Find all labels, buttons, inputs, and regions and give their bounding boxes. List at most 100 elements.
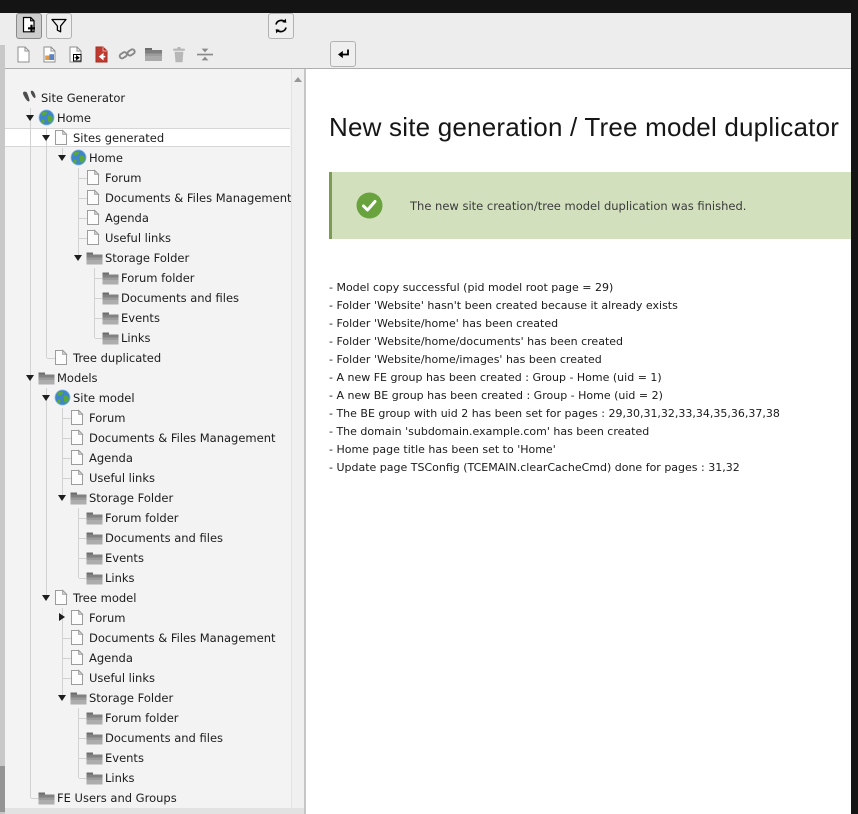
tree-guide-line — [30, 248, 31, 268]
globe-icon — [54, 389, 71, 406]
tree-item-agenda[interactable]: Agenda — [0, 208, 292, 228]
tree-item-agenda[interactable]: Agenda — [0, 448, 292, 468]
new-page-toggle-button[interactable] — [16, 13, 42, 39]
tree-item-storage-folder[interactable]: Storage Folder — [0, 488, 292, 508]
tree-guide-line — [46, 248, 47, 268]
drag-trash[interactable] — [166, 41, 192, 67]
tree-item-documents-and-files[interactable]: Documents and files — [0, 528, 292, 548]
folder-tree-icon — [102, 272, 119, 285]
page-tree-icon — [86, 209, 100, 226]
tree-item-events[interactable]: Events — [0, 748, 292, 768]
tree-item-forum[interactable]: Forum — [0, 408, 292, 428]
tree-guide-line — [30, 748, 31, 768]
page-tree-icon — [70, 669, 84, 686]
tree-guide-line — [30, 468, 31, 488]
collapse-arrow-icon[interactable] — [42, 595, 50, 601]
log-line: - The BE group with uid 2 has been set f… — [329, 407, 780, 420]
tree-item-useful-links[interactable]: Useful links — [0, 468, 292, 488]
tree-item-events[interactable]: Events — [0, 308, 292, 328]
log-line: - Home page title has been set to 'Home' — [329, 443, 556, 456]
tree-item-links[interactable]: Links — [0, 568, 292, 588]
tree-guide-line — [46, 528, 47, 548]
tree-horizontal-scrollbar[interactable] — [0, 808, 304, 814]
separator-icon — [196, 47, 214, 62]
tree-item-forum-folder[interactable]: Forum folder — [0, 508, 292, 528]
tree-item-forum-folder[interactable]: Forum folder — [0, 708, 292, 728]
drag-new-page[interactable] — [10, 41, 36, 67]
log-line: - A new BE group has been created : Grou… — [329, 389, 663, 402]
drag-new-link[interactable] — [114, 41, 140, 67]
globe-icon — [38, 109, 55, 126]
tree-item-documents-and-files[interactable]: Documents and files — [0, 288, 292, 308]
tree-item-label: Documents & Files Management — [89, 631, 276, 645]
tree-item-fe-users-and-groups[interactable]: FE Users and Groups — [0, 788, 292, 808]
tree-guide-line — [30, 228, 31, 248]
tree-item-site-generator[interactable]: Site Generator — [0, 88, 292, 108]
folder-tree-icon — [70, 692, 87, 705]
tree-item-label: Site model — [73, 391, 135, 405]
folder-tree-icon — [102, 312, 119, 325]
tree-item-home[interactable]: Home — [0, 108, 292, 128]
tree-item-tree-duplicated[interactable]: Tree duplicated — [0, 348, 292, 368]
tree-item-documents-files-management[interactable]: Documents & Files Management — [0, 428, 292, 448]
tree-item-tree-model[interactable]: Tree model — [0, 588, 292, 608]
tree-item-home[interactable]: Home — [0, 148, 292, 168]
collapse-arrow-icon[interactable] — [58, 155, 66, 161]
collapse-arrow-icon[interactable] — [58, 695, 66, 701]
tree-item-label: Forum folder — [105, 511, 179, 525]
page-new-icon — [19, 16, 39, 36]
tree-item-documents-and-files[interactable]: Documents and files — [0, 728, 292, 748]
page-tree: Site Generator Home Sites generated Home For… — [0, 69, 292, 808]
expand-arrow-icon[interactable] — [59, 613, 65, 621]
tree-item-label: Documents and files — [105, 731, 224, 745]
enter-button[interactable] — [330, 41, 356, 67]
check-circle-icon — [356, 192, 383, 219]
collapse-arrow-icon[interactable] — [58, 495, 66, 501]
collapse-arrow-icon[interactable] — [74, 255, 82, 261]
tree-item-label: Storage Folder — [89, 691, 174, 705]
tree-item-forum-folder[interactable]: Forum folder — [0, 268, 292, 288]
tree-item-forum[interactable]: Forum — [0, 168, 292, 188]
collapse-arrow-icon[interactable] — [26, 115, 34, 121]
tree-item-label: Storage Folder — [105, 251, 190, 265]
tree-connector-line — [30, 788, 31, 798]
tree-item-useful-links[interactable]: Useful links — [0, 228, 292, 248]
tree-scrollbar[interactable] — [291, 69, 304, 808]
drag-new-shortcut-page[interactable] — [62, 41, 88, 67]
window-right-edge — [851, 0, 858, 814]
log-line: - The domain 'subdomain.example.com' has… — [329, 425, 650, 438]
collapse-arrow-icon[interactable] — [26, 375, 34, 381]
tree-item-documents-files-management[interactable]: Documents & Files Management — [0, 188, 292, 208]
tree-item-useful-links[interactable]: Useful links — [0, 668, 292, 688]
collapse-arrow-icon[interactable] — [42, 135, 50, 141]
tree-item-site-model[interactable]: Site model — [0, 388, 292, 408]
drag-new-mountpoint-page[interactable] — [88, 41, 114, 67]
tree-item-links[interactable]: Links — [0, 768, 292, 788]
drag-new-folder[interactable] — [140, 41, 166, 67]
drag-separator[interactable] — [192, 41, 218, 67]
tree-item-storage-folder[interactable]: Storage Folder — [0, 248, 292, 268]
tree-item-storage-folder[interactable]: Storage Folder — [0, 688, 292, 708]
tree-guide-line — [30, 188, 31, 208]
page-title: New site generation / Tree model duplica… — [329, 112, 840, 142]
tree-guide-line — [30, 768, 31, 788]
tree-item-models[interactable]: Models — [0, 368, 292, 388]
left-scrollbar[interactable] — [0, 45, 5, 814]
filter-toggle-button[interactable] — [46, 13, 72, 39]
tree-item-forum[interactable]: Forum — [0, 608, 292, 628]
tree-item-sites-generated[interactable]: Sites generated — [0, 128, 292, 148]
collapse-arrow-icon[interactable] — [42, 395, 50, 401]
tree-guide-line — [30, 308, 31, 328]
tree-item-links[interactable]: Links — [0, 328, 292, 348]
tree-item-documents-files-management[interactable]: Documents & Files Management — [0, 628, 292, 648]
refresh-tree-button[interactable] — [268, 13, 294, 39]
tree-item-events[interactable]: Events — [0, 548, 292, 568]
scroll-up-icon[interactable] — [294, 77, 302, 82]
left-scrollbar-thumb[interactable] — [0, 766, 5, 812]
refresh-icon — [272, 17, 290, 35]
globe-icon — [70, 149, 87, 166]
tree-item-agenda[interactable]: Agenda — [0, 648, 292, 668]
tree-guide-line — [30, 288, 31, 308]
tree-guide-line — [46, 448, 47, 468]
drag-new-page-content[interactable] — [36, 41, 62, 67]
